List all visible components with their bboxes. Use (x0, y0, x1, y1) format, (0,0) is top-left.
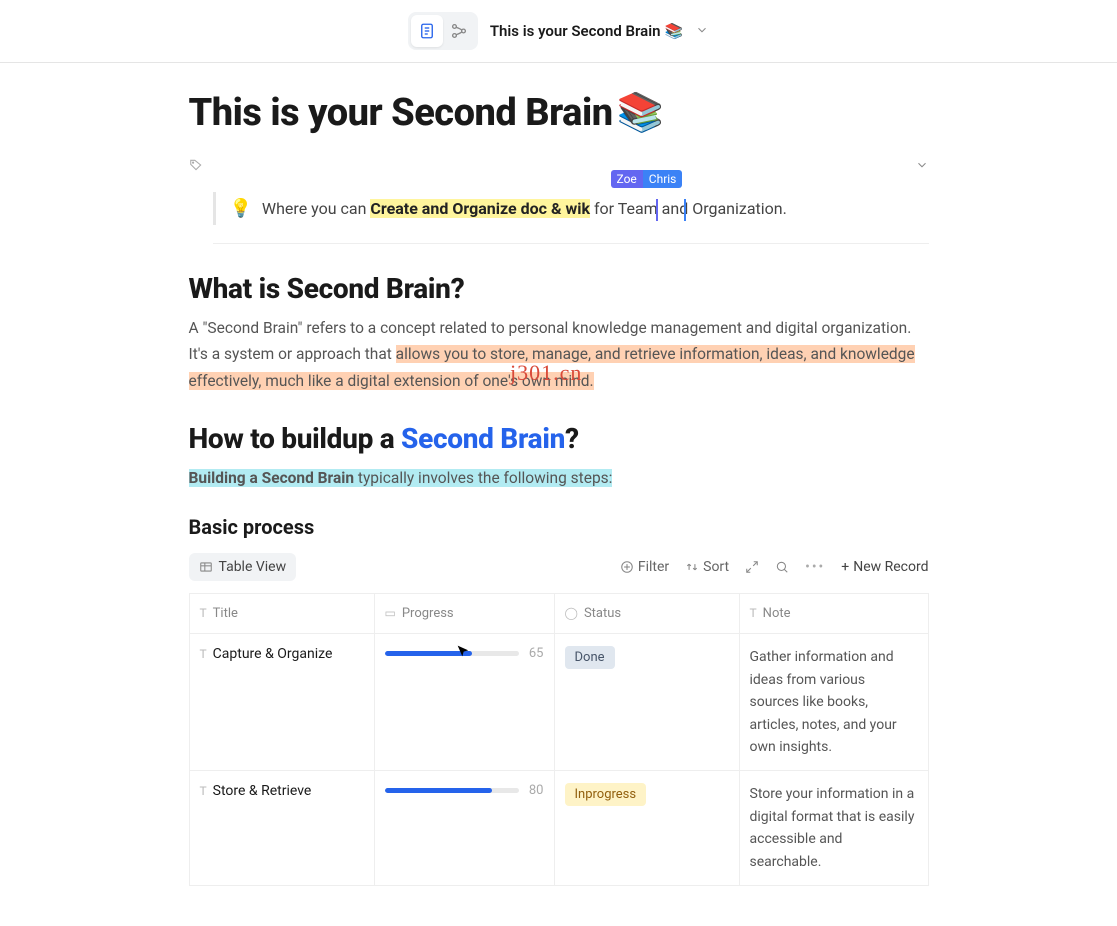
page-title[interactable]: This is your Second Brain 📚 (189, 91, 929, 135)
status-badge: Done (565, 646, 615, 669)
collab-badges: Zoe Chris (611, 170, 683, 188)
table-view-button[interactable]: Table View (189, 553, 297, 581)
filter-icon (620, 560, 634, 574)
callout-highlight: Create and Organize doc & wik (370, 199, 590, 218)
callout[interactable]: Zoe Chris 💡 Where you can Create and Org… (213, 192, 929, 225)
more-button[interactable]: ••• (805, 559, 825, 575)
top-title-text: This is your Second Brain (490, 22, 661, 40)
divider (213, 243, 929, 244)
top-bar: This is your Second Brain 📚 (0, 0, 1117, 63)
h1-text: This is your Second Brain (189, 91, 613, 135)
table-row[interactable]: TCapture & Organize 65 Done Gather informat… (189, 634, 928, 771)
status-badge: Inprogress (565, 783, 647, 806)
text-icon: T (200, 784, 207, 798)
user-badge-zoe: Zoe (611, 170, 643, 188)
table-toolbar: Table View Filter Sort ••• + New Reco (189, 553, 929, 581)
toolbar-right: Filter Sort ••• + New Record (620, 559, 929, 575)
search-button[interactable] (775, 560, 789, 574)
branch-icon (450, 22, 468, 40)
plus-icon: + (841, 559, 849, 575)
callout-text: Where you can Create and Organize doc & … (262, 199, 787, 218)
mode-toggle (408, 12, 478, 50)
col-title[interactable]: TTitle (189, 594, 374, 634)
table-view-label: Table View (219, 559, 287, 575)
tag-icon[interactable] (189, 157, 203, 176)
document-icon (418, 22, 436, 40)
cell-title[interactable]: TCapture & Organize (189, 634, 374, 771)
new-record-button[interactable]: + New Record (841, 559, 928, 575)
table-header-row: TTitle ▭Progress ◯Status TNote (189, 594, 928, 634)
heading-how[interactable]: How to buildup a Second Brain? (189, 422, 929, 455)
expand-button[interactable] (745, 560, 759, 574)
text-icon: T (200, 647, 207, 661)
col-progress[interactable]: ▭Progress (374, 594, 554, 634)
chevron-down-icon[interactable] (695, 22, 709, 41)
progress-value: 80 (529, 783, 544, 798)
tag-row (189, 157, 929, 176)
col-note[interactable]: TNote (739, 594, 928, 634)
heading-what[interactable]: What is Second Brain? (189, 272, 929, 305)
search-icon (775, 560, 789, 574)
graph-mode-button[interactable] (443, 15, 475, 47)
collab-cursor-1 (656, 199, 658, 221)
doc-mode-button[interactable] (411, 15, 443, 47)
text-icon: T (200, 606, 207, 620)
how-paragraph[interactable]: Building a Second Brain typically involv… (189, 465, 929, 491)
progress-bar[interactable] (385, 788, 519, 793)
status-icon: ◯ (565, 606, 578, 620)
cell-status[interactable]: Done (554, 634, 739, 771)
text-icon: T (750, 606, 757, 620)
filter-button[interactable]: Filter (620, 559, 669, 575)
progress-value: 65 (529, 646, 544, 661)
data-table: TTitle ▭Progress ◯Status TNote TCapture … (189, 593, 929, 886)
what-paragraph[interactable]: A "Second Brain" refers to a concept rel… (189, 315, 929, 394)
top-title[interactable]: This is your Second Brain 📚 (490, 22, 683, 40)
cell-progress[interactable]: 65 (374, 634, 554, 771)
table-row[interactable]: TStore & Retrieve 80 Inprogress Store your … (189, 771, 928, 886)
cell-title[interactable]: TStore & Retrieve (189, 771, 374, 886)
page-content: This is your Second Brain 📚 Zoe Chris 💡 … (189, 91, 929, 926)
cell-status[interactable]: Inprogress (554, 771, 739, 886)
sort-button[interactable]: Sort (685, 559, 729, 575)
cell-note[interactable]: Gather information and ideas from variou… (739, 634, 928, 771)
user-badge-chris: Chris (643, 170, 683, 188)
collapse-icon[interactable] (915, 157, 929, 176)
col-status[interactable]: ◯Status (554, 594, 739, 634)
progress-icon: ▭ (385, 606, 396, 620)
collab-cursor-2 (684, 199, 686, 221)
progress-bar[interactable] (385, 651, 519, 656)
cell-progress[interactable]: 80 (374, 771, 554, 886)
expand-icon (745, 560, 759, 574)
cell-note[interactable]: Store your information in a digital form… (739, 771, 928, 886)
dots-icon: ••• (805, 559, 825, 575)
basic-process-heading[interactable]: Basic process (189, 515, 929, 539)
bulb-icon: 💡 (230, 198, 252, 219)
table-icon (199, 560, 213, 574)
h1-emoji: 📚 (617, 91, 664, 135)
second-brain-link[interactable]: Second Brain (401, 422, 565, 455)
top-title-emoji: 📚 (665, 22, 684, 40)
sort-icon (685, 560, 699, 574)
